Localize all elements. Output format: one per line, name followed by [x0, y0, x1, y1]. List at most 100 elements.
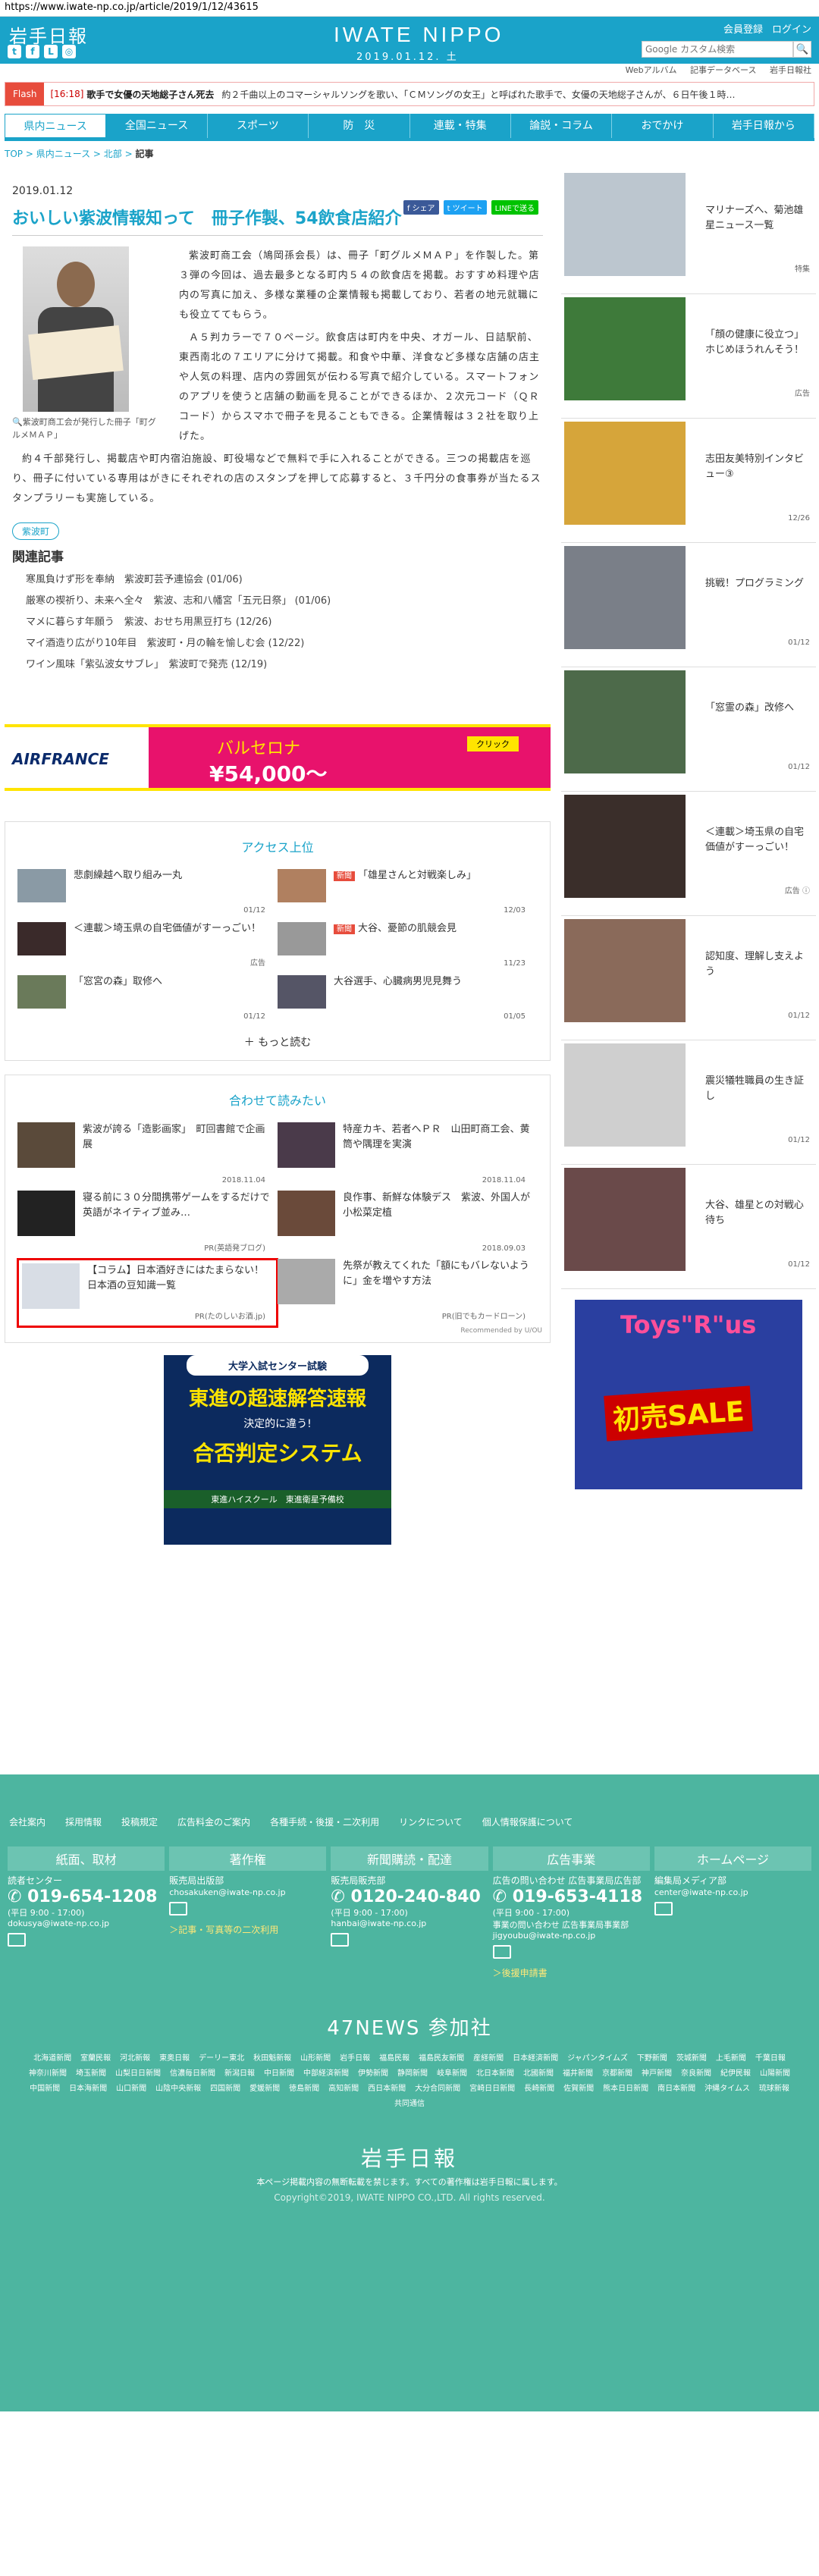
- ranking-item[interactable]: 新聞 「雄星さんと対戦楽しみ」 12/03: [278, 869, 538, 922]
- recommend-item[interactable]: 紫波が誇る「造影画家」 町回書館で企画展 2018.11.04: [17, 1122, 278, 1191]
- recommend-item[interactable]: 良作事、新鮮な体験デス 紫波、外国人が小松菜定植 2018.09.03: [278, 1191, 538, 1259]
- partner-paper-link[interactable]: 秋田魁新報: [253, 2051, 291, 2066]
- partner-paper-link[interactable]: 佐賀新聞: [563, 2082, 594, 2097]
- partner-paper-link[interactable]: 新潟日報: [224, 2066, 255, 2082]
- related-item[interactable]: 寒風負けず形を奉納 紫波町芸予連協会 (01/06): [26, 569, 551, 591]
- partner-paper-link[interactable]: 北日本新聞: [476, 2066, 514, 2082]
- partner-paper-link[interactable]: 宮崎日日新聞: [469, 2082, 515, 2097]
- tag-shiwa[interactable]: 紫波町: [12, 522, 60, 540]
- partner-paper-link[interactable]: 山陰中央新報: [155, 2082, 201, 2097]
- nav-disaster[interactable]: 防 災: [309, 114, 410, 138]
- partner-paper-link[interactable]: 北海道新聞: [33, 2051, 71, 2066]
- nav-from-iwate[interactable]: 岩手日報から: [714, 114, 814, 138]
- nav-local[interactable]: 県内ニュース: [5, 114, 107, 138]
- url-bar[interactable]: https://www.iwate-np.co.jp/article/2019/…: [0, 0, 819, 17]
- partner-paper-link[interactable]: 中国新聞: [30, 2082, 60, 2097]
- login-link[interactable]: ログイン: [772, 21, 811, 36]
- footer-link[interactable]: 投稿規定: [121, 1815, 158, 1828]
- partner-paper-link[interactable]: 神戸新聞: [642, 2066, 672, 2082]
- flash-news[interactable]: Flash [16:18] 歌手で女優の天地総子さん死去 約２千曲以上のコマーシ…: [5, 82, 814, 106]
- partner-paper-link[interactable]: 中日新聞: [264, 2066, 294, 2082]
- search-input[interactable]: [642, 41, 793, 58]
- partner-paper-link[interactable]: 山梨日日新聞: [115, 2066, 161, 2082]
- mail-icon[interactable]: [169, 1902, 188, 1916]
- partner-paper-link[interactable]: 東奥日報: [159, 2051, 190, 2066]
- nav-sports[interactable]: スポーツ: [208, 114, 309, 138]
- partner-paper-link[interactable]: 福島民報: [379, 2051, 410, 2066]
- partner-paper-link[interactable]: 愛媛新聞: [249, 2082, 280, 2097]
- line-icon[interactable]: L: [44, 45, 58, 58]
- partner-paper-link[interactable]: デーリー東北: [199, 2051, 244, 2066]
- partner-paper-link[interactable]: 山陽新聞: [760, 2066, 790, 2082]
- footer-link[interactable]: 各種手続・後援・二次利用: [270, 1815, 379, 1828]
- article-photo[interactable]: 🔍紫波町商工会が発行した冊子「町グルメＭＡＰ」: [12, 246, 164, 441]
- line-share-button[interactable]: LINEで送る: [491, 200, 538, 215]
- crumb-top[interactable]: TOP: [5, 149, 23, 159]
- partner-paper-link[interactable]: 奈良新聞: [681, 2066, 711, 2082]
- footer-link[interactable]: ＞記事・写真等の二次利用: [169, 1923, 326, 1936]
- crumb-local[interactable]: 県内ニュース: [36, 149, 90, 159]
- recommend-item[interactable]: 先祭が教えてくれた「額にもバレないように」金を増やす方法 PR(旧でもカードローン…: [278, 1259, 538, 1327]
- partner-paper-link[interactable]: 静岡新聞: [397, 2066, 428, 2082]
- partner-paper-link[interactable]: 千葉日報: [755, 2051, 786, 2066]
- partner-paper-link[interactable]: 室蘭民報: [80, 2051, 111, 2066]
- partner-paper-link[interactable]: 岩手日報: [340, 2051, 370, 2066]
- side-item[interactable]: 認知度、理解し支えよう 01/12: [561, 916, 816, 1040]
- recommend-item-highlighted[interactable]: 【コラム】日本酒好きにはたまらない！日本酒の豆知識一覧 PR(たのしいお酒.jp): [17, 1258, 278, 1328]
- partner-paper-link[interactable]: 福井新聞: [563, 2066, 593, 2082]
- ranking-item[interactable]: 新聞 大谷、憂節の肌競会見 11/23: [278, 922, 538, 975]
- partner-paper-link[interactable]: 茨城新聞: [676, 2051, 707, 2066]
- mail-icon[interactable]: [8, 1933, 26, 1947]
- subnav-webalbum[interactable]: Webアルバム: [626, 65, 677, 75]
- footer-link[interactable]: ＞後援申請書: [493, 1966, 650, 1979]
- side-item[interactable]: 大谷、雄星との対戦心待ち 01/12: [561, 1165, 816, 1289]
- nav-outing[interactable]: おでかけ: [612, 114, 714, 138]
- related-item[interactable]: ワイン風味「紫弘波女サブレ」 紫波町で発売 (12/19): [26, 654, 551, 676]
- partner-paper-link[interactable]: 山形新聞: [300, 2051, 331, 2066]
- side-item[interactable]: 志田友美特別インタビュー③ 12/26: [561, 419, 816, 543]
- partner-paper-link[interactable]: 四国新聞: [210, 2082, 240, 2097]
- partner-paper-link[interactable]: 南日本新聞: [657, 2082, 695, 2097]
- mail-icon[interactable]: [331, 1933, 350, 1947]
- footer-link[interactable]: リンクについて: [399, 1815, 463, 1828]
- nav-column[interactable]: 論説・コラム: [511, 114, 613, 138]
- footer-logo[interactable]: 岩手日報: [0, 2142, 819, 2173]
- instagram-icon[interactable]: ◎: [62, 45, 76, 58]
- read-more-button[interactable]: ＋ もっと読む: [5, 1034, 550, 1050]
- partner-paper-link[interactable]: 中部経済新聞: [303, 2066, 349, 2082]
- flash-title[interactable]: 歌手で女優の天地総子さん死去: [86, 88, 214, 101]
- partner-paper-link[interactable]: 福島民友新聞: [419, 2051, 464, 2066]
- logo-ja[interactable]: 岩手日報: [9, 21, 88, 48]
- subnav-company[interactable]: 岩手日報社: [770, 65, 811, 75]
- partner-paper-link[interactable]: 日本海新聞: [69, 2082, 107, 2097]
- partner-paper-link[interactable]: 伊勢新聞: [358, 2066, 388, 2082]
- partner-paper-link[interactable]: 埼玉新聞: [76, 2066, 106, 2082]
- partner-paper-link[interactable]: 紀伊民報: [720, 2066, 751, 2082]
- related-item[interactable]: 厳寒の禊祈り、未来へ全々 紫波、志和八幡宮「五元日祭」 (01/06): [26, 591, 551, 612]
- facebook-share-button[interactable]: f シェア: [403, 200, 439, 215]
- side-item[interactable]: 挑戦！プログラミング 01/12: [561, 543, 816, 667]
- partner-paper-link[interactable]: 神奈川新聞: [29, 2066, 67, 2082]
- partner-paper-link[interactable]: 山口新聞: [116, 2082, 146, 2097]
- partner-paper-link[interactable]: 上毛新聞: [716, 2051, 746, 2066]
- search-button[interactable]: 🔍: [793, 41, 811, 58]
- tweet-button[interactable]: t ツイート: [443, 200, 487, 215]
- twitter-icon[interactable]: t: [8, 45, 21, 58]
- footer-link[interactable]: 個人情報保護について: [482, 1815, 573, 1828]
- recommend-item[interactable]: 寝る前に３０分間携帯ゲームをするだけで英語がネイティブ並み… PR(英語発ブログ): [17, 1191, 278, 1259]
- side-item[interactable]: マリナーズへ、菊池雄星ニュース一覧 特集: [561, 170, 816, 294]
- crumb-north[interactable]: 北部: [104, 149, 122, 159]
- facebook-icon[interactable]: f: [26, 45, 39, 58]
- ranking-item[interactable]: 悲劇繰越へ取り組み一丸 01/12: [17, 869, 278, 922]
- nav-national[interactable]: 全国ニュース: [106, 114, 208, 138]
- partner-paper-link[interactable]: 日本経済新聞: [513, 2051, 558, 2066]
- partner-paper-link[interactable]: 河北新報: [120, 2051, 150, 2066]
- partner-paper-link[interactable]: 沖縄タイムス: [704, 2082, 750, 2097]
- mail-icon[interactable]: [492, 1945, 511, 1959]
- partner-paper-link[interactable]: 共同通信: [394, 2097, 425, 2112]
- partner-paper-link[interactable]: 熊本日日新聞: [603, 2082, 648, 2097]
- partner-paper-link[interactable]: 長崎新聞: [524, 2082, 554, 2097]
- member-register-link[interactable]: 会員登録: [723, 21, 763, 36]
- partner-paper-link[interactable]: 北國新聞: [523, 2066, 554, 2082]
- photo-image[interactable]: [23, 246, 129, 412]
